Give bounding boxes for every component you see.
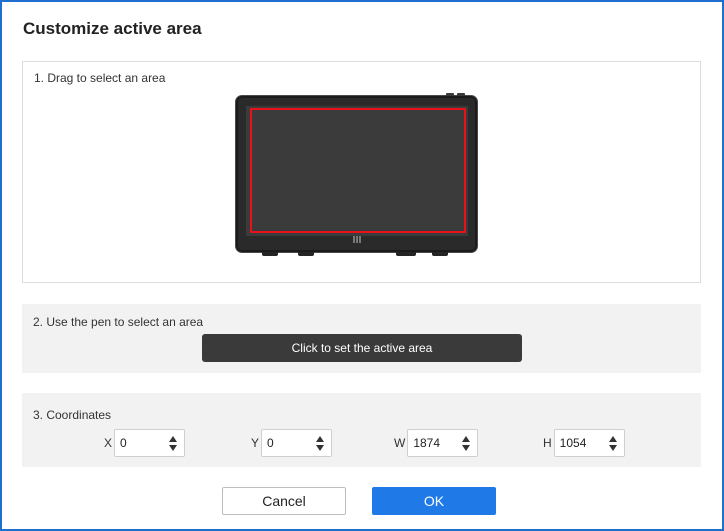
tablet-logo-icon (353, 236, 362, 243)
coord-y-label: Y (251, 436, 260, 450)
pen-select-label: 2. Use the pen to select an area (33, 315, 204, 329)
coord-h: H 1054 (543, 429, 625, 457)
coord-x-stepper[interactable]: 0 (114, 429, 186, 457)
tablet-foot (298, 252, 314, 256)
coord-x-label: X (104, 436, 113, 450)
tablet-foot (262, 252, 278, 256)
coord-x: X 0 (104, 429, 186, 457)
ok-button[interactable]: OK (372, 487, 496, 515)
cancel-button[interactable]: Cancel (222, 487, 346, 515)
up-down-arrows-icon[interactable] (462, 436, 471, 452)
dialog-title: Customize active area (23, 19, 202, 38)
pen-select-section: 2. Use the pen to select an area Click t… (22, 304, 701, 373)
tablet-top-button (446, 93, 454, 96)
coord-h-stepper[interactable]: 1054 (553, 429, 625, 457)
up-down-arrows-icon[interactable] (608, 436, 618, 452)
coord-w: W 1874 (394, 429, 479, 457)
drag-select-label: 1. Drag to select an area (34, 71, 166, 85)
drag-select-section: 1. Drag to select an area (22, 61, 701, 283)
coord-h-label: H (543, 436, 552, 450)
coord-w-label: W (394, 436, 406, 450)
coordinates-section: 3. Coordinates X 0 Y 0 W 1874 H 1054 (22, 393, 701, 467)
coord-y-stepper[interactable]: 0 (261, 429, 333, 457)
customize-area-dialog: Customize active area 1. Drag to select … (2, 2, 722, 529)
coord-w-stepper[interactable]: 1874 (407, 429, 479, 457)
up-down-arrows-icon[interactable] (316, 436, 325, 452)
tablet-foot (432, 252, 448, 256)
up-down-arrows-icon[interactable] (169, 436, 178, 452)
tablet-top-button (457, 93, 465, 96)
coord-y: Y 0 (251, 429, 333, 457)
set-active-area-button[interactable]: Click to set the active area (202, 334, 522, 362)
coordinates-label: 3. Coordinates (33, 408, 112, 422)
active-area-selection[interactable] (250, 108, 466, 233)
tablet-foot (396, 252, 416, 256)
